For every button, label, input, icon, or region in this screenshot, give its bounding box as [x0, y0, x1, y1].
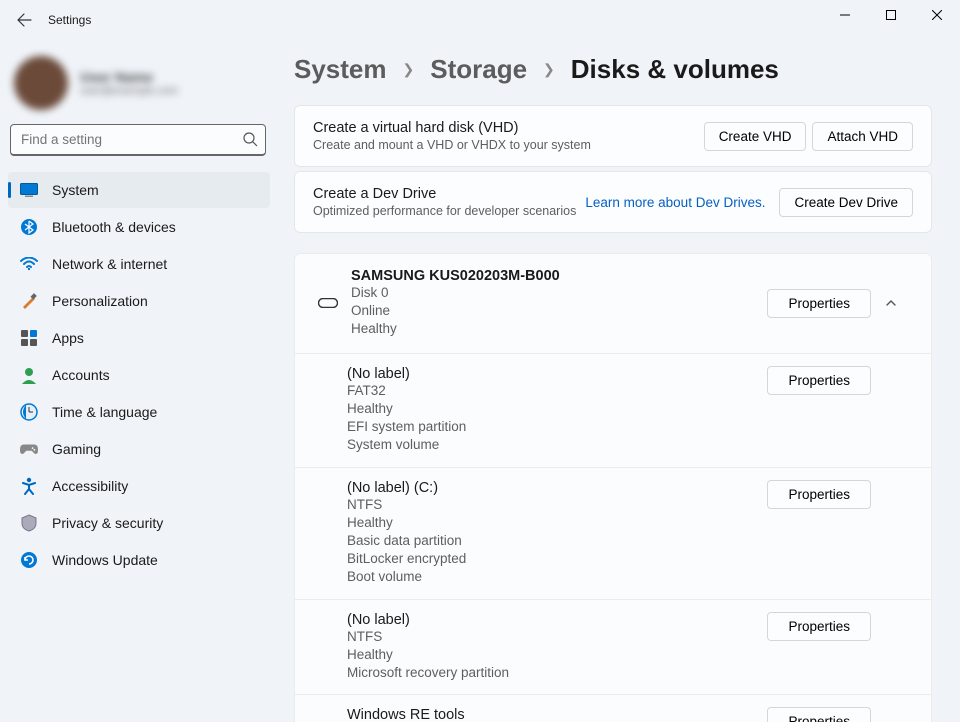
- chevron-up-icon: [884, 296, 898, 310]
- collapse-toggle[interactable]: [871, 296, 911, 310]
- sidebar-item-label: System: [52, 182, 99, 198]
- sidebar-item-personalization[interactable]: Personalization: [8, 283, 270, 319]
- volume-title: (No label): [347, 612, 767, 628]
- volume-title: (No label): [347, 366, 767, 382]
- sidebar-item-bluetooth[interactable]: Bluetooth & devices: [8, 209, 270, 245]
- sidebar-item-time[interactable]: Time & language: [8, 394, 270, 430]
- wifi-icon: [20, 255, 38, 273]
- sidebar-item-label: Privacy & security: [52, 515, 163, 531]
- sidebar-item-update[interactable]: Windows Update: [8, 542, 270, 578]
- sidebar-item-network[interactable]: Network & internet: [8, 246, 270, 282]
- attach-vhd-button[interactable]: Attach VHD: [812, 122, 913, 151]
- devdrive-learn-link[interactable]: Learn more about Dev Drives.: [585, 195, 765, 210]
- sidebar-item-gaming[interactable]: Gaming: [8, 431, 270, 467]
- breadcrumb-system[interactable]: System: [294, 54, 387, 85]
- back-button[interactable]: [4, 0, 44, 40]
- clock-icon: [20, 403, 38, 421]
- create-devdrive-button[interactable]: Create Dev Drive: [779, 188, 913, 217]
- sidebar-item-label: Network & internet: [52, 256, 167, 272]
- volume-detail: Healthy: [347, 514, 767, 532]
- create-vhd-button[interactable]: Create VHD: [704, 122, 807, 151]
- minimize-button[interactable]: [822, 0, 868, 30]
- maximize-icon: [886, 10, 896, 20]
- volume-detail: Healthy: [347, 400, 767, 418]
- card-devdrive-title: Create a Dev Drive: [313, 186, 585, 202]
- disk-row[interactable]: SAMSUNG KUS020203M-B000 Disk 0 Online He…: [295, 254, 931, 354]
- person-icon: [20, 366, 38, 384]
- app-title: Settings: [48, 13, 91, 27]
- profile-block[interactable]: User Name user@example.com: [8, 48, 276, 122]
- maximize-button[interactable]: [868, 0, 914, 30]
- apps-icon: [20, 329, 38, 347]
- sidebar-item-accessibility[interactable]: Accessibility: [8, 468, 270, 504]
- disk-health: Healthy: [351, 320, 767, 338]
- volume-properties-button[interactable]: Properties: [767, 707, 871, 722]
- volume-properties-button[interactable]: Properties: [767, 480, 871, 509]
- sidebar-nav: System Bluetooth & devices Network & int…: [8, 172, 276, 578]
- sidebar-item-label: Accounts: [52, 367, 110, 383]
- volume-title: (No label) (C:): [347, 480, 767, 496]
- avatar: [14, 56, 68, 110]
- breadcrumb-storage[interactable]: Storage: [430, 54, 527, 85]
- volume-title: Windows RE tools: [347, 707, 767, 722]
- volume-row[interactable]: (No label)NTFSHealthyMicrosoft recovery …: [295, 600, 931, 696]
- system-icon: [20, 181, 38, 199]
- profile-email: user@example.com: [80, 85, 178, 97]
- gamepad-icon: [20, 440, 38, 458]
- volume-detail: System volume: [347, 436, 767, 454]
- volume-detail: BitLocker encrypted: [347, 550, 767, 568]
- sidebar-item-system[interactable]: System: [8, 172, 270, 208]
- disk-status: Online: [351, 302, 767, 320]
- brush-icon: [20, 292, 38, 310]
- sidebar-item-label: Windows Update: [52, 552, 158, 568]
- close-icon: [932, 10, 942, 20]
- volume-detail: NTFS: [347, 628, 767, 646]
- bluetooth-icon: [20, 218, 38, 236]
- back-arrow-icon: [16, 12, 32, 28]
- shield-icon: [20, 514, 38, 532]
- sidebar-item-apps[interactable]: Apps: [8, 320, 270, 356]
- volume-detail: Basic data partition: [347, 532, 767, 550]
- minimize-icon: [840, 10, 850, 20]
- accessibility-icon: [20, 477, 38, 495]
- volume-detail: EFI system partition: [347, 418, 767, 436]
- search-input[interactable]: [10, 124, 266, 156]
- volume-properties-button[interactable]: Properties: [767, 612, 871, 641]
- volume-row[interactable]: (No label) (C:)NTFSHealthyBasic data par…: [295, 468, 931, 600]
- volume-detail: Boot volume: [347, 568, 767, 586]
- volume-detail: Healthy: [347, 646, 767, 664]
- volume-properties-button[interactable]: Properties: [767, 366, 871, 395]
- close-button[interactable]: [914, 0, 960, 30]
- disk-index: Disk 0: [351, 284, 767, 302]
- sidebar-item-label: Time & language: [52, 404, 157, 420]
- breadcrumb: System ❯ Storage ❯ Disks & volumes: [294, 54, 932, 85]
- drives-list: SAMSUNG KUS020203M-B000 Disk 0 Online He…: [294, 253, 932, 722]
- sidebar-item-label: Personalization: [52, 293, 148, 309]
- update-icon: [20, 551, 38, 569]
- sidebar-item-label: Bluetooth & devices: [52, 219, 176, 235]
- volume-row[interactable]: (No label)FAT32HealthyEFI system partiti…: [295, 354, 931, 468]
- volume-detail: NTFS: [347, 496, 767, 514]
- card-vhd: Create a virtual hard disk (VHD) Create …: [294, 105, 932, 167]
- chevron-right-icon: ❯: [403, 61, 415, 78]
- sidebar-item-accounts[interactable]: Accounts: [8, 357, 270, 393]
- disk-icon: [313, 298, 343, 308]
- card-vhd-title: Create a virtual hard disk (VHD): [313, 120, 698, 136]
- volume-row[interactable]: Windows RE toolsNTFSHealthyProperties: [295, 695, 931, 722]
- volume-detail: Microsoft recovery partition: [347, 664, 767, 682]
- sidebar-item-label: Accessibility: [52, 478, 128, 494]
- profile-name: User Name: [80, 69, 178, 85]
- sidebar-item-privacy[interactable]: Privacy & security: [8, 505, 270, 541]
- page-title: Disks & volumes: [571, 54, 779, 85]
- volume-detail: FAT32: [347, 382, 767, 400]
- sidebar-item-label: Gaming: [52, 441, 101, 457]
- card-devdrive: Create a Dev Drive Optimized performance…: [294, 171, 932, 233]
- disk-name: SAMSUNG KUS020203M-B000: [351, 268, 767, 284]
- card-vhd-sub: Create and mount a VHD or VHDX to your s…: [313, 138, 698, 152]
- chevron-right-icon: ❯: [543, 61, 555, 78]
- disk-properties-button[interactable]: Properties: [767, 289, 871, 318]
- card-devdrive-sub: Optimized performance for developer scen…: [313, 204, 585, 218]
- sidebar-item-label: Apps: [52, 330, 84, 346]
- search-icon: [243, 132, 258, 147]
